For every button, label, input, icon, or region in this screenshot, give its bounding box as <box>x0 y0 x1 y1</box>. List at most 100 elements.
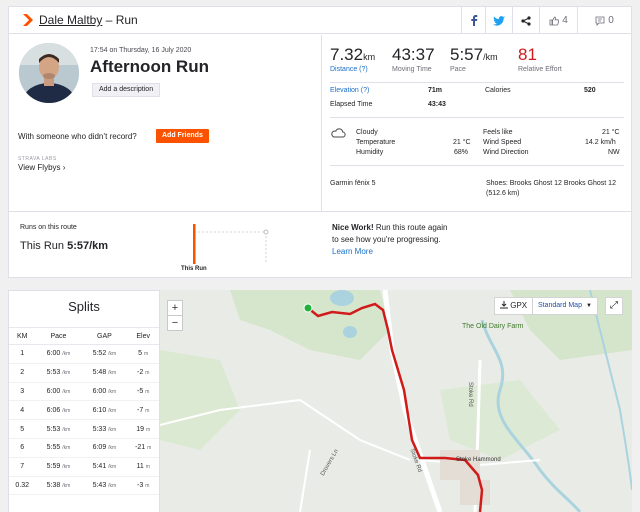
add-description-button[interactable]: Add a description <box>92 83 161 97</box>
unit: m <box>145 482 150 489</box>
gap-val: 6:00 <box>92 387 107 395</box>
strava-labs-label: STRAVA LABS <box>18 156 57 162</box>
village-area <box>460 480 490 505</box>
unit: /km <box>62 388 71 395</box>
road <box>299 399 411 461</box>
temperature-label: Temperature <box>356 139 396 146</box>
stat-moving-time: 43:37 Moving Time <box>392 45 435 73</box>
elev-val: 5 <box>138 350 143 358</box>
split-elev: -5 m <box>127 382 159 402</box>
humidity-value: 68% <box>454 149 469 156</box>
split-gap: 5:48 /km <box>81 363 128 383</box>
elevation-value: 71m <box>428 87 443 94</box>
nice-work-line1: Run this route again <box>373 223 448 232</box>
map-type-select[interactable]: Standard Map ▼ <box>532 297 598 315</box>
route-map[interactable]: + − GPX Standard Map ▼ ⤢ The Old Dairy F… <box>160 290 632 512</box>
table-row: 5 5:53 /km 5:33 /km 19 m <box>9 419 159 439</box>
map-canvas[interactable] <box>160 290 632 512</box>
share-icon <box>521 15 531 26</box>
unit: /km <box>108 445 117 452</box>
col-pace: Pace <box>35 327 82 345</box>
gpx-download-button[interactable]: GPX <box>494 297 534 315</box>
chart-this-run-label: This Run <box>181 266 207 272</box>
stat-pace: 5:57/km Pace <box>450 45 498 73</box>
village-area <box>440 450 480 480</box>
elevation-label[interactable]: Elevation (?) <box>330 87 369 94</box>
elev-val: 19 <box>136 425 145 433</box>
unit: /km <box>108 482 117 489</box>
table-row: 2 5:53 /km 5:48 /km -2 m <box>9 363 159 383</box>
gap-val: 5:33 <box>92 425 107 433</box>
facebook-share-button[interactable] <box>461 7 485 34</box>
unit: m <box>145 407 150 414</box>
split-km: 4 <box>9 400 36 421</box>
pace-val: 5:59 <box>46 463 61 471</box>
pace-val: 6:06 <box>46 406 61 414</box>
download-icon <box>500 301 508 309</box>
pace-val: 5:55 <box>46 444 61 452</box>
distance-label[interactable]: Distance (?) <box>330 66 375 73</box>
main-road <box>382 290 443 512</box>
add-friends-button[interactable]: Add Friends <box>156 129 209 143</box>
unit: /km <box>108 426 117 433</box>
athlete-name-link[interactable]: Dale Maltby <box>39 13 102 27</box>
splits-title: Splits <box>68 299 100 314</box>
avatar[interactable] <box>19 43 79 103</box>
calories-label: Calories <box>485 87 511 94</box>
unit: m <box>145 388 150 395</box>
wind-speed-value: 14.2 km/h <box>585 139 616 146</box>
split-pace: 5:53 /km <box>35 419 82 439</box>
split-elev: 11 m <box>127 457 159 477</box>
pond <box>343 326 357 338</box>
zoom-out-button[interactable]: − <box>167 315 183 331</box>
view-flybys-link[interactable]: View Flybys › <box>18 163 65 172</box>
activity-header: Dale Maltby – Run 4 0 <box>9 7 631 34</box>
run-icon <box>23 14 33 26</box>
unit: m <box>145 426 151 433</box>
comments-button[interactable]: 0 <box>577 7 631 34</box>
twitter-share-button[interactable] <box>485 7 512 34</box>
split-elev: -21 m <box>127 438 159 458</box>
share-button[interactable] <box>512 7 539 34</box>
gap-val: 5:41 <box>92 463 107 471</box>
twitter-icon <box>493 15 505 26</box>
unit: /km <box>62 370 71 377</box>
feels-like-value: 21 °C <box>602 129 620 136</box>
pace-label: Pace <box>450 66 466 73</box>
activity-type: Run <box>115 13 138 27</box>
split-gap: 5:52 /km <box>81 344 128 364</box>
fullscreen-button[interactable]: ⤢ <box>605 297 623 315</box>
stat-relative-effort[interactable]: 81 Relative Effort <box>518 45 562 73</box>
unit: /km <box>108 351 117 358</box>
learn-more-link[interactable]: Learn More <box>332 247 373 256</box>
feels-like-label: Feels like <box>483 129 513 136</box>
route-efforts-chart[interactable] <box>189 218 279 266</box>
this-run-pace: 5:57/km <box>67 240 109 252</box>
distance-unit: km <box>363 52 376 62</box>
wind-direction-value: NW <box>608 149 620 156</box>
split-km: 5 <box>9 419 36 439</box>
col-elev: Elev <box>127 327 159 345</box>
zoom-in-button[interactable]: + <box>167 300 183 316</box>
unit: /km <box>62 482 71 489</box>
kudos-button[interactable]: 4 <box>539 7 577 34</box>
split-pace: 5:53 /km <box>35 363 82 383</box>
splits-header-row: KM Pace GAP Elev <box>9 327 159 345</box>
heading-separator: – <box>102 13 116 27</box>
nice-work-text: Nice Work! Run this route again <box>332 223 447 232</box>
activity-card: Dale Maltby – Run 4 0 17:54 on Thursday,… <box>8 6 632 278</box>
split-km: 0.32 <box>9 476 36 496</box>
elapsed-value: 43:43 <box>428 101 446 108</box>
split-elev: 5 m <box>127 344 159 364</box>
unit: /km <box>62 445 71 452</box>
road <box>299 449 311 512</box>
lake <box>330 290 354 306</box>
unit: /km <box>108 407 117 414</box>
gpx-label: GPX <box>510 301 528 310</box>
col-km: KM <box>9 327 36 345</box>
col-gap: GAP <box>81 327 128 345</box>
table-row: 3 6:00 /km 6:00 /km -5 m <box>9 382 159 402</box>
stats-divider <box>330 82 624 83</box>
weather-divider <box>330 165 624 166</box>
pace-val: 5:53 <box>46 369 61 377</box>
